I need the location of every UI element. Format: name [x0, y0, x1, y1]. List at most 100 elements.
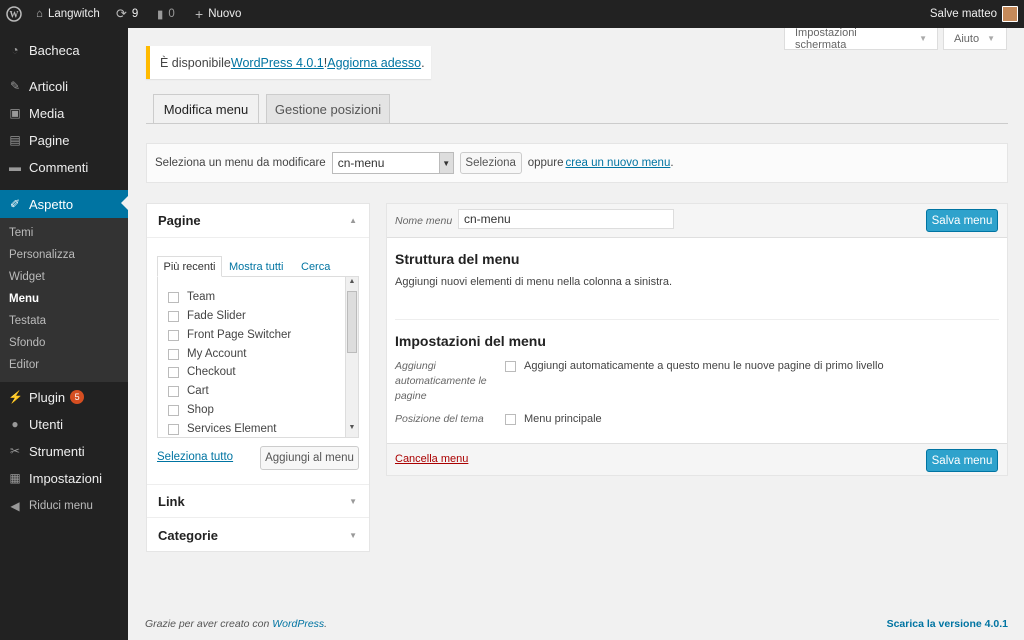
sidebar-item-strumenti[interactable]: ✂ Strumenti: [0, 438, 128, 464]
menu-footer: [387, 443, 1007, 475]
dropdown-arrow-icon: ▼: [438, 153, 453, 173]
checkbox[interactable]: [168, 423, 179, 435]
submenu-item-editor[interactable]: Editor: [9, 359, 39, 371]
menu-settings-heading: Impostazioni del menu: [395, 333, 546, 349]
dashboard-icon: ◔: [11, 43, 19, 57]
list-item[interactable]: Cart: [168, 385, 209, 397]
expand-arrow-icon: ▼: [349, 496, 357, 506]
tab-manage-locations[interactable]: Gestione posizioni: [266, 94, 390, 124]
wordpress-version-link[interactable]: WordPress 4.0.1: [231, 56, 324, 70]
submenu-item-menu[interactable]: Menu: [9, 293, 39, 305]
add-to-menu-button[interactable]: Aggiungi al menu: [260, 446, 359, 470]
tab-search[interactable]: Cerca: [301, 261, 330, 273]
updates-icon: ⟳: [116, 6, 127, 21]
sidebar-item-impostazioni[interactable]: ▦ Impostazioni: [0, 465, 128, 491]
scroll-up-icon[interactable]: ▲: [346, 278, 358, 290]
update-now-link[interactable]: Aggiorna adesso: [327, 56, 421, 70]
expand-arrow-icon: ▼: [349, 530, 357, 540]
sidebar-item-media[interactable]: ▣ Media: [0, 100, 128, 126]
menu-structure-help: Aggiungi nuovi elementi di menu nella co…: [395, 276, 673, 288]
sidebar-item-plugin[interactable]: ⚡ Plugin 5: [0, 384, 128, 410]
sidebar-item-pagine[interactable]: ▤ Pagine: [0, 127, 128, 153]
checkbox[interactable]: [168, 385, 179, 397]
my-account-link[interactable]: Salve matteo: [930, 0, 1018, 28]
select-menu-button[interactable]: Seleziona: [459, 152, 522, 174]
select-all-link[interactable]: Seleziona tutto: [157, 451, 233, 463]
appearance-submenu: Temi Personalizza Widget Menu Testata Sf…: [0, 218, 128, 382]
list-scrollbar[interactable]: ▲ ▼: [345, 277, 358, 437]
list-item[interactable]: My Account: [168, 348, 246, 360]
collapse-arrow-icon: ▲: [349, 216, 357, 225]
submenu-item-personalizza[interactable]: Personalizza: [9, 249, 75, 261]
checkbox[interactable]: [168, 366, 179, 378]
submenu-item-widget[interactable]: Widget: [9, 271, 45, 283]
pages-checklist: Team Fade Slider Front Page Switcher My …: [157, 276, 359, 438]
comment-icon: ▮: [157, 9, 164, 21]
save-menu-button-top[interactable]: Salva menu: [926, 209, 998, 232]
sidebar-item-commenti[interactable]: ▬ Commenti: [0, 154, 128, 180]
scroll-down-icon[interactable]: ▼: [346, 424, 358, 436]
user-icon: ●: [11, 417, 19, 431]
help-button[interactable]: Aiuto ▼: [943, 28, 1007, 50]
sidebar-item-utenti[interactable]: ● Utenti: [0, 411, 128, 437]
sidebar-item-articoli[interactable]: ✎ Articoli: [0, 73, 128, 99]
new-content-link[interactable]: + Nuovo: [195, 0, 241, 28]
list-item[interactable]: Shop: [168, 404, 214, 416]
comments-link[interactable]: ▮ 0: [157, 0, 175, 28]
menu-name-input[interactable]: [458, 209, 674, 229]
plugin-icon: ⚡: [8, 390, 23, 404]
home-icon: ⌂: [36, 8, 43, 20]
site-name-link[interactable]: ⌂ Langwitch: [36, 0, 100, 28]
checkbox[interactable]: [168, 348, 179, 360]
chevron-down-icon: ▼: [987, 34, 995, 43]
submenu-item-testata[interactable]: Testata: [9, 315, 46, 327]
menu-structure-heading: Struttura del menu: [395, 251, 520, 267]
list-item[interactable]: Checkout: [168, 366, 236, 378]
menu-name-label: Nome menu: [395, 215, 453, 227]
list-item[interactable]: Fade Slider: [168, 310, 246, 322]
wordpress-link[interactable]: WordPress: [272, 618, 324, 630]
tab-view-all[interactable]: Mostra tutti: [229, 261, 283, 273]
collapse-icon: ◀: [10, 499, 20, 513]
accordion-pages-header[interactable]: Pagine ▲: [147, 204, 369, 238]
scrollbar-thumb[interactable]: [347, 291, 357, 353]
accordion-links-header[interactable]: Link ▼: [147, 484, 369, 518]
list-item[interactable]: Front Page Switcher: [168, 329, 291, 341]
checkbox[interactable]: [168, 310, 179, 322]
submenu-item-sfondo[interactable]: Sfondo: [9, 337, 45, 349]
list-item[interactable]: Services Element: [168, 423, 276, 435]
comment-icon: ▬: [9, 160, 21, 174]
svg-text:W: W: [10, 10, 19, 20]
save-menu-button-bottom[interactable]: Salva menu: [926, 449, 998, 472]
theme-location-option[interactable]: Menu principale: [505, 413, 602, 425]
download-version-link[interactable]: Scarica la versione 4.0.1: [887, 618, 1008, 630]
screen-options-button[interactable]: Impostazioni schermata ▼: [784, 27, 938, 51]
pages-icon: ▤: [9, 133, 21, 147]
tab-edit-menus[interactable]: Modifica menu: [153, 94, 259, 124]
brush-icon: ✐: [9, 197, 21, 211]
auto-add-pages-option[interactable]: Aggiungi automaticamente a questo menu l…: [505, 360, 884, 372]
updates-link[interactable]: ⟳ 9: [116, 0, 138, 28]
accordion-categories-header[interactable]: Categorie ▼: [147, 518, 369, 552]
create-new-menu-link[interactable]: crea un nuovo menu: [566, 157, 671, 169]
checkbox[interactable]: [168, 291, 179, 303]
tab-most-recent[interactable]: Più recenti: [157, 256, 222, 277]
submenu-item-temi[interactable]: Temi: [9, 227, 33, 239]
sidebar-item-bacheca[interactable]: ◔ Bacheca: [0, 37, 128, 63]
checkbox[interactable]: [168, 404, 179, 416]
chevron-down-icon: ▼: [919, 34, 927, 43]
divider: [395, 319, 999, 320]
active-indicator: [121, 196, 128, 210]
delete-menu-link[interactable]: Cancella menu: [395, 453, 468, 465]
settings-icon: ▦: [9, 471, 21, 485]
list-item[interactable]: Team: [168, 291, 215, 303]
checkbox[interactable]: [168, 329, 179, 341]
update-notice: È disponibile WordPress 4.0.1! Aggiorna …: [146, 46, 431, 79]
primary-menu-checkbox[interactable]: [505, 413, 516, 425]
sidebar-item-aspetto[interactable]: ✐ Aspetto: [0, 190, 128, 218]
collapse-menu-button[interactable]: ◀ Riduci menu: [0, 493, 128, 519]
plus-icon: +: [195, 6, 204, 22]
auto-add-checkbox[interactable]: [505, 360, 516, 372]
wordpress-logo-icon[interactable]: W: [6, 0, 22, 28]
menu-select[interactable]: cn-menu ▼: [331, 152, 454, 174]
